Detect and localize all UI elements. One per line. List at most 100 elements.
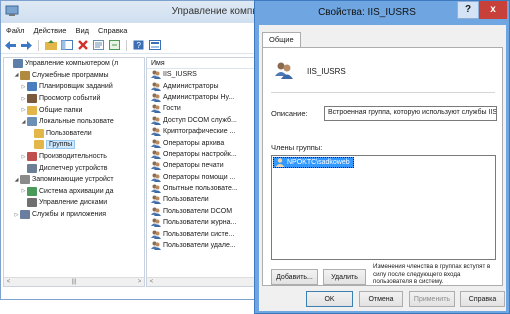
list-item[interactable]: Операторы помощи ...: [147, 172, 267, 183]
group-icon: [151, 70, 161, 80]
expand-arrow-icon[interactable]: ▷: [13, 212, 20, 218]
up-folder-icon[interactable]: [44, 39, 57, 52]
tree-item[interactable]: Пользователи: [4, 128, 144, 140]
list-item[interactable]: Пользователи DCOM: [147, 206, 267, 217]
list-item[interactable]: Гости: [147, 103, 267, 114]
list-horizontal-scrollbar[interactable]: <: [147, 277, 267, 286]
tree-item[interactable]: ◢ Локальные пользовате: [4, 116, 144, 128]
group-icon: [151, 218, 161, 228]
menu-view[interactable]: Вид: [75, 26, 89, 35]
list-item-label: IIS_IUSRS: [163, 71, 197, 79]
close-button[interactable]: x: [479, 1, 507, 19]
apply-button[interactable]: Применить: [409, 291, 455, 307]
cancel-button[interactable]: Отмена: [359, 291, 403, 307]
list-item[interactable]: Пользователи: [147, 194, 267, 205]
general-tab-panel: IIS_IUSRS Описание: Встроенная группа, к…: [262, 47, 503, 286]
list-item[interactable]: Операторы настройк...: [147, 149, 267, 160]
tree-item[interactable]: ▷ Просмотр событий: [4, 93, 144, 105]
list-item-label: Гости: [163, 105, 181, 113]
tree-item[interactable]: Управление компьютером (л: [4, 58, 144, 70]
help-button[interactable]: Справка: [460, 291, 505, 307]
tree-item[interactable]: ▷ Службы и приложения: [4, 209, 144, 221]
expand-arrow-icon[interactable]: ▷: [20, 188, 27, 194]
show-hide-tree-icon[interactable]: [60, 39, 73, 52]
group-icon: [151, 127, 161, 137]
column-header-name[interactable]: Имя: [147, 58, 267, 69]
list-item-label: Пользователи DCOM: [163, 207, 233, 215]
list-item-label: Криптографические ...: [163, 128, 236, 136]
tree-item[interactable]: Диспетчер устройств: [4, 162, 144, 174]
group-properties-dialog: Свойства: IIS_IUSRS ? x Общие IIS_IUSRS …: [254, 0, 510, 314]
tree-item[interactable]: ◢ Запоминающие устройст: [4, 174, 144, 186]
expand-arrow-icon[interactable]: ◢: [13, 177, 20, 183]
group-icon: [151, 173, 161, 182]
forward-icon[interactable]: [20, 39, 33, 52]
list-item[interactable]: Пользователи журна...: [147, 217, 267, 228]
services-icon: [20, 210, 30, 220]
list-item[interactable]: Администраторы Ну...: [147, 92, 267, 103]
group-icon: [151, 184, 161, 194]
tree-item[interactable]: Управление дисками: [4, 197, 144, 209]
tree-item-label: Служебные программы: [32, 71, 109, 79]
mmc-title-bar[interactable]: Управление компью: [1, 1, 269, 23]
member-item[interactable]: NPOKTC\sadkoweb: [273, 157, 354, 168]
members-list[interactable]: NPOKTC\sadkoweb: [271, 155, 496, 260]
mmc-view-icon[interactable]: [148, 39, 161, 52]
mmc-title: Управление компью: [171, 6, 265, 17]
tab-general[interactable]: Общие: [262, 32, 301, 48]
tree-item[interactable]: Группы: [4, 139, 144, 151]
description-label: Описание:: [271, 109, 308, 118]
properties-icon[interactable]: [92, 39, 105, 52]
computer-management-icon: [5, 5, 19, 16]
list-item[interactable]: Администраторы: [147, 80, 267, 91]
list-item[interactable]: Пользователи удале...: [147, 240, 267, 251]
help-book-icon[interactable]: ?: [132, 39, 145, 52]
list-item[interactable]: Пользователи систе...: [147, 228, 267, 239]
dialog-title: Свойства: IIS_IUSRS: [318, 7, 416, 18]
tree-item[interactable]: ◢ Служебные программы: [4, 70, 144, 82]
disk-icon: [27, 198, 37, 208]
computer-management-window: Управление компью Файл Действие Вид Спра…: [0, 0, 270, 300]
menu-help[interactable]: Справка: [98, 26, 127, 35]
tree-item[interactable]: ▷ Производительность: [4, 151, 144, 163]
remove-button[interactable]: Удалить: [323, 269, 366, 285]
expand-arrow-icon[interactable]: ◢: [20, 119, 27, 125]
tree-item-label: Группы: [46, 140, 76, 150]
list-item-label: Операторы настройк...: [163, 150, 237, 158]
menu-action[interactable]: Действие: [33, 26, 66, 35]
tree-item[interactable]: ▷ Планировщик заданий: [4, 81, 144, 93]
tree-horizontal-scrollbar[interactable]: < ||| >: [4, 277, 144, 286]
groups-list: Имя IIS_IUSRS Администраторы Администратор…: [146, 57, 268, 287]
description-field[interactable]: Встроенная группа, которую используют сл…: [324, 106, 497, 121]
back-icon[interactable]: [4, 39, 17, 52]
expand-arrow-icon[interactable]: ▷: [20, 96, 27, 102]
list-item[interactable]: Доступ DCOM служб...: [147, 115, 267, 126]
tree-item-label: Общие папки: [39, 106, 83, 114]
list-item-label: Пользователи систе...: [163, 230, 235, 238]
export-list-icon[interactable]: [108, 39, 121, 52]
title-help-button[interactable]: ?: [457, 1, 479, 19]
list-item[interactable]: Операторы печати: [147, 160, 267, 171]
list-item[interactable]: Опытные пользовате...: [147, 183, 267, 194]
expand-arrow-icon[interactable]: ▷: [20, 84, 27, 90]
toolbar-separator: [126, 39, 127, 51]
list-item-label: Пользователи: [163, 196, 209, 204]
delete-icon[interactable]: [76, 39, 89, 52]
tree-item[interactable]: ▷ Система архивации да: [4, 186, 144, 198]
menu-file[interactable]: Файл: [6, 26, 24, 35]
tree-item-label: Просмотр событий: [39, 95, 101, 103]
dialog-title-bar[interactable]: Свойства: IIS_IUSRS ? x: [255, 1, 509, 25]
expand-arrow-icon[interactable]: ▷: [20, 107, 27, 113]
list-item[interactable]: IIS_IUSRS: [147, 69, 267, 80]
expand-arrow-icon[interactable]: ▷: [20, 154, 27, 160]
tree-item[interactable]: ▷ Общие папки: [4, 104, 144, 116]
list-item[interactable]: Криптографические ...: [147, 126, 267, 137]
list-item-label: Доступ DCOM служб...: [163, 116, 237, 124]
add-button[interactable]: Добавить...: [271, 269, 318, 285]
expand-arrow-icon[interactable]: ◢: [13, 72, 20, 78]
tree-item-label: Локальные пользовате: [39, 118, 114, 126]
list-item[interactable]: Операторы архива: [147, 137, 267, 148]
ok-button[interactable]: OK: [306, 291, 353, 307]
list-item-label: Опытные пользовате...: [163, 185, 238, 193]
tree-item-label: Управление дисками: [39, 199, 108, 207]
